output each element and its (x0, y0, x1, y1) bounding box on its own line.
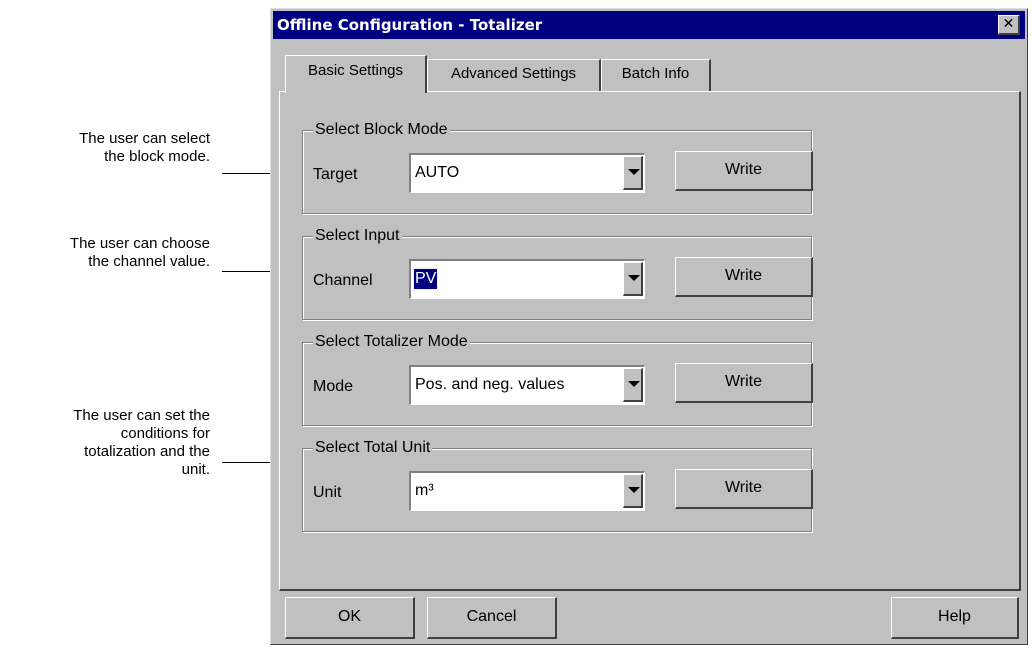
unit-dropdown[interactable]: m³ (409, 471, 645, 511)
mode-label: Mode (313, 378, 354, 395)
tab-advanced-settings[interactable]: Advanced Settings (427, 59, 601, 91)
annotation-line: The user can select (79, 130, 210, 147)
tab-label: Batch Info (621, 65, 690, 82)
annotation-line: the channel value. (88, 253, 210, 270)
channel-value: PV (412, 268, 439, 290)
group-title: Select Block Mode (313, 120, 450, 140)
mode-dropdown[interactable]: Pos. and neg. values (409, 365, 645, 405)
tab-batch-info[interactable]: Batch Info (601, 59, 711, 91)
group-title: Select Total Unit (313, 438, 433, 458)
tab-basic-settings[interactable]: Basic Settings (285, 55, 427, 93)
group-select-total-unit: Select Total Unit Unit m³ Write (302, 438, 813, 532)
close-icon: ✕ (1002, 16, 1015, 32)
channel-dropdown[interactable]: PV (409, 259, 645, 299)
target-value: AUTO (415, 164, 460, 181)
annotation-line: totalization and the (84, 443, 210, 460)
basic-settings-panel: Select Block Mode Target AUTO Write Sele… (279, 91, 1021, 591)
group-select-input: Select Input Channel PV Write (302, 226, 813, 320)
group-title: Select Input (313, 226, 402, 246)
annotation-line: unit. (181, 461, 210, 478)
dropdown-arrow-icon[interactable] (623, 262, 643, 296)
close-button[interactable]: ✕ (998, 15, 1020, 35)
annotation-channel: The user can choose the channel value. (70, 235, 210, 271)
tab-label: Advanced Settings (450, 65, 577, 82)
offline-configuration-dialog: Offline Configuration - Totalizer ✕ Basi… (270, 8, 1028, 645)
group-select-totalizer-mode: Select Totalizer Mode Mode Pos. and neg.… (302, 332, 813, 426)
dropdown-arrow-icon[interactable] (623, 156, 643, 190)
ok-button[interactable]: OK (285, 597, 415, 639)
annotation-line: the block mode. (104, 148, 210, 165)
title-bar[interactable]: Offline Configuration - Totalizer ✕ (273, 11, 1025, 39)
unit-label: Unit (313, 484, 342, 501)
tab-label: Basic Settings (307, 62, 404, 79)
dialog-title: Offline Configuration - Totalizer (277, 16, 543, 34)
group-title: Select Totalizer Mode (313, 332, 470, 352)
dropdown-arrow-icon[interactable] (623, 474, 643, 508)
group-select-block-mode: Select Block Mode Target AUTO Write (302, 120, 813, 214)
unit-value: m³ (415, 482, 434, 499)
cancel-button[interactable]: Cancel (427, 597, 557, 639)
dropdown-arrow-icon[interactable] (623, 368, 643, 402)
write-button-total-unit[interactable]: Write (675, 469, 813, 509)
annotation-unit: The user can set the conditions for tota… (73, 407, 210, 479)
target-dropdown[interactable]: AUTO (409, 153, 645, 193)
write-button-block-mode[interactable]: Write (675, 151, 813, 191)
write-button-totalizer-mode[interactable]: Write (675, 363, 813, 403)
write-button-input[interactable]: Write (675, 257, 813, 297)
target-label: Target (313, 166, 358, 183)
mode-value: Pos. and neg. values (415, 376, 565, 393)
annotation-line: The user can set the (73, 407, 210, 424)
annotation-line: conditions for (120, 425, 210, 442)
help-button[interactable]: Help (891, 597, 1019, 639)
channel-label: Channel (313, 272, 373, 289)
annotation-line: The user can choose (69, 235, 210, 252)
annotation-block-mode: The user can select the block mode. (79, 130, 210, 166)
